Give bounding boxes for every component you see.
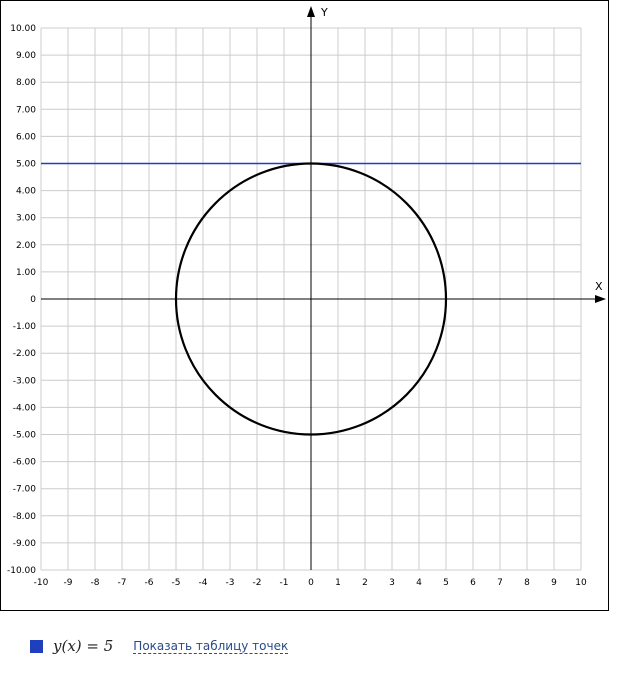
x-tick-label: 0	[308, 578, 314, 588]
plot-area: -10 -9 -8 -7 -6 -5 -4 -3 -2 -1 0 1 2 3 4 5 6 7 8 9 1010.009.…	[7, 6, 606, 588]
y-tick-label: 4.00	[16, 187, 36, 197]
legend: y(x) = 5 Показать таблицу точек	[30, 636, 289, 656]
x-tick-label: 1	[335, 578, 341, 588]
y-tick-label: -9.00	[13, 539, 37, 549]
y-tick-label: -4.00	[13, 403, 37, 413]
x-tick-label: 9	[551, 578, 557, 588]
y-tick-label: 8.00	[16, 78, 36, 88]
x-tick-label: -6	[145, 578, 154, 588]
x-tick-label: -10	[34, 578, 49, 588]
y-axis-label: Y	[320, 6, 328, 19]
legend-formula: y(x) = 5	[53, 637, 114, 655]
x-tick-label: -5	[172, 578, 181, 588]
y-tick-label: -6.00	[13, 458, 37, 468]
y-tick-label: 0	[30, 295, 36, 305]
x-tick-label: -8	[91, 578, 100, 588]
x-tick-label: 3	[389, 578, 395, 588]
y-tick-label: -5.00	[13, 431, 37, 441]
x-tick-label: -1	[280, 578, 289, 588]
x-tick-label: 7	[497, 578, 503, 588]
x-tick-label: -2	[253, 578, 262, 588]
x-tick-label: 4	[416, 578, 422, 588]
y-tick-label: -10.00	[7, 566, 36, 576]
y-tick-label: 2.00	[16, 241, 36, 251]
x-tick-label: 6	[470, 578, 476, 588]
x-tick-label: 5	[443, 578, 449, 588]
show-points-table-link[interactable]: Показать таблицу точек	[133, 639, 289, 654]
x-tick-label: -9	[64, 578, 73, 588]
x-axis-arrow	[595, 295, 606, 303]
y-tick-label: 9.00	[16, 51, 36, 61]
y-tick-label: -1.00	[13, 322, 37, 332]
y-axis-arrow	[307, 6, 315, 17]
y-tick-label: -7.00	[13, 485, 37, 495]
plot-frame: -10 -9 -8 -7 -6 -5 -4 -3 -2 -1 0 1 2 3 4 5 6 7 8 9 10 10.00 9.…	[0, 0, 609, 611]
x-axis-label: X	[595, 280, 603, 293]
legend-swatch	[30, 639, 43, 653]
axes	[41, 6, 606, 570]
y-tick-label: 7.00	[16, 105, 36, 115]
x-tick-label: 2	[362, 578, 368, 588]
x-tick-label: -3	[226, 578, 235, 588]
y-tick-label: 10.00	[10, 24, 36, 34]
y-tick-label: -2.00	[13, 349, 37, 359]
x-tick-label: 8	[524, 578, 530, 588]
y-tick-label: 6.00	[16, 132, 36, 142]
x-tick-label: -4	[199, 578, 208, 588]
y-tick-label: 3.00	[16, 214, 36, 224]
x-tick-label: -7	[118, 578, 127, 588]
y-tick-label: -8.00	[13, 512, 37, 522]
x-tick-label: 10	[575, 578, 587, 588]
y-tick-label: 1.00	[16, 268, 36, 278]
y-tick-label: -3.00	[13, 376, 37, 386]
y-tick-label: 5.00	[16, 160, 36, 170]
